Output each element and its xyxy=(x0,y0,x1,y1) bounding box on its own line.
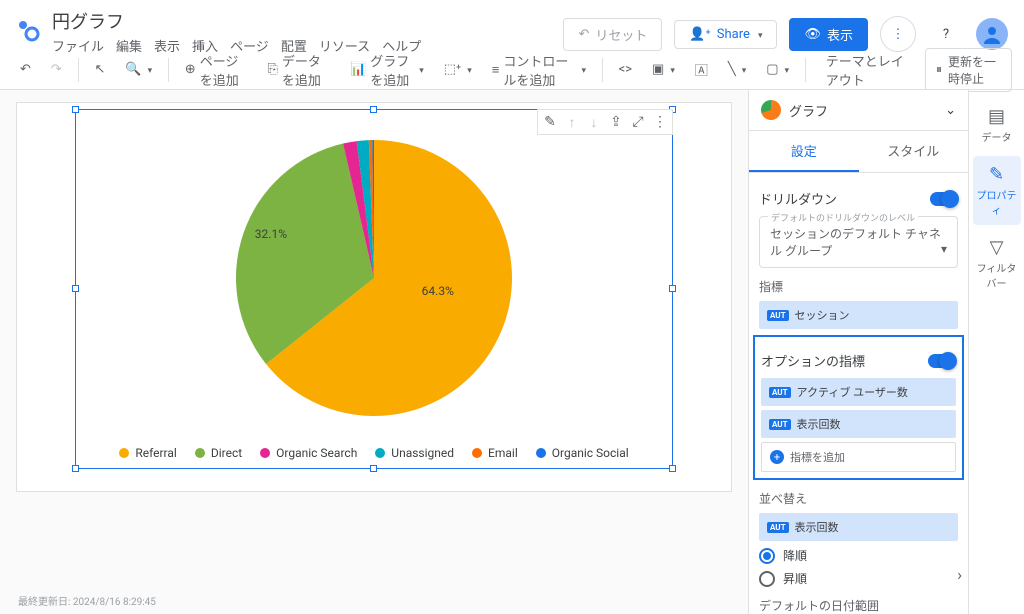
user-avatar[interactable] xyxy=(976,18,1008,50)
menu-edit[interactable]: 編集 xyxy=(116,36,142,55)
help-button[interactable]: ? xyxy=(928,16,964,52)
drilldown-level-select[interactable]: デフォルトのドリルダウンのレベル セッションのデフォルト チャネル グループ ▾ xyxy=(759,216,958,268)
share-button[interactable]: 👤⁺Share xyxy=(674,20,777,49)
line-button[interactable]: ╲ xyxy=(720,58,754,81)
pie-label-1: 64.3% xyxy=(422,284,454,298)
resize-handle[interactable] xyxy=(72,465,79,472)
panel-title: グラフ xyxy=(789,101,828,120)
add-data-button[interactable]: ⎘ データを追加 xyxy=(260,47,339,93)
shape-button[interactable]: ▢ xyxy=(758,58,797,81)
setup-tab[interactable]: 設定 xyxy=(749,131,859,172)
date-range-title: デフォルトの日付範囲 xyxy=(759,597,958,614)
legend-item[interactable]: Organic Search xyxy=(260,446,357,460)
undo-button[interactable]: ↶ xyxy=(12,58,39,81)
legend-item[interactable]: Referral xyxy=(119,446,177,460)
image-button[interactable]: ▣ xyxy=(644,58,683,81)
metric-chip-session[interactable]: AUTセッション xyxy=(759,301,958,329)
style-tab[interactable]: スタイル xyxy=(859,131,969,172)
text-button[interactable]: 🄰 xyxy=(687,56,716,83)
legend-item[interactable]: Organic Social xyxy=(536,446,629,460)
sort-desc-radio[interactable]: 降順 xyxy=(759,547,958,564)
drilldown-toggle[interactable] xyxy=(930,192,958,206)
legend-item[interactable]: Email xyxy=(472,446,518,460)
pie-chart-svg xyxy=(234,138,514,418)
chart-type-dropdown-icon[interactable]: ⌄ xyxy=(945,103,956,118)
drilldown-label: ドリルダウン xyxy=(759,189,837,208)
toolbar: ↶ ↷ ↖ 🔍 ⊕ ページを追加 ⎘ データを追加 📊 グラフを追加 ⬚⁺ ≡ … xyxy=(0,50,1024,90)
embed-button[interactable]: <> xyxy=(611,58,640,81)
rail-filter[interactable]: ▽フィルタバー xyxy=(973,229,1021,298)
metric-chip-views[interactable]: AUT表示回数 xyxy=(761,410,956,438)
properties-panel: グラフ ⌄ 設定 スタイル ドリルダウン デフォルトのドリルダウンのレベル セッ… xyxy=(748,90,968,614)
optional-metrics-highlight: オプションの指標 AUTアクティブ ユーザー数 AUT表示回数 +指標を追加 xyxy=(753,335,964,480)
resize-handle[interactable] xyxy=(669,465,676,472)
chart-type-icon[interactable] xyxy=(761,100,781,120)
right-rail: ▤データ ✎プロパティ ▽フィルタバー xyxy=(968,90,1024,614)
sort-section-title: 並べ替え xyxy=(759,490,958,507)
add-control-button[interactable]: ≡ コントロールを追加 xyxy=(484,47,594,93)
theme-layout-button[interactable]: テーマとレイアウト xyxy=(814,47,917,93)
last-updated-text: 最終更新日: 2024/8/16 8:29:45 xyxy=(18,593,156,608)
pause-updates-button[interactable]: ⏸更新を一時停止 xyxy=(925,48,1012,92)
sort-metric-chip[interactable]: AUT表示回数 xyxy=(759,513,958,541)
looker-studio-logo xyxy=(16,18,40,42)
resize-handle[interactable] xyxy=(370,106,377,113)
legend-item[interactable]: Unassigned xyxy=(375,446,454,460)
pointer-tool[interactable]: ↖ xyxy=(86,58,113,81)
panel-expand-icon[interactable]: › xyxy=(957,565,962,584)
pie-label-2: 32.1% xyxy=(255,227,287,241)
reset-button[interactable]: ↶リセット xyxy=(563,18,662,51)
document-title[interactable]: 円グラフ xyxy=(52,8,563,34)
optional-metric-toggle[interactable] xyxy=(928,354,956,368)
redo-button[interactable]: ↷ xyxy=(43,58,70,81)
metric-chip-active-users[interactable]: AUTアクティブ ユーザー数 xyxy=(761,378,956,406)
canvas-area[interactable]: ✎ ↑ ↓ ⇪ ⤢ ⋮ 64.3% 32.1% ReferralDirectOr… xyxy=(0,90,748,614)
chart-legend: Referral Direct Organic Search Unassigned Em… xyxy=(76,446,672,460)
zoom-tool[interactable]: 🔍 xyxy=(117,58,160,81)
optional-metric-label: オプションの指標 xyxy=(761,351,865,370)
add-chart-button[interactable]: 📊 グラフを追加 xyxy=(342,47,432,93)
add-page-button[interactable]: ⊕ ページを追加 xyxy=(177,47,256,93)
add-metric-button[interactable]: +指標を追加 xyxy=(761,442,956,472)
sort-asc-radio[interactable]: 昇順 xyxy=(759,570,958,587)
legend-item[interactable]: Direct xyxy=(195,446,242,460)
resize-handle[interactable] xyxy=(72,106,79,113)
rail-data[interactable]: ▤データ xyxy=(973,98,1021,152)
rail-properties[interactable]: ✎プロパティ xyxy=(973,156,1021,225)
metric-section-title: 指標 xyxy=(759,278,958,295)
resize-handle[interactable] xyxy=(370,465,377,472)
report-canvas[interactable]: ✎ ↑ ↓ ⇪ ⤢ ⋮ 64.3% 32.1% ReferralDirectOr… xyxy=(16,102,732,492)
menu-file[interactable]: ファイル xyxy=(52,36,104,55)
pie-chart[interactable]: ✎ ↑ ↓ ⇪ ⤢ ⋮ 64.3% 32.1% ReferralDirectOr… xyxy=(75,109,673,469)
add-community-viz-button[interactable]: ⬚⁺ xyxy=(436,58,480,81)
